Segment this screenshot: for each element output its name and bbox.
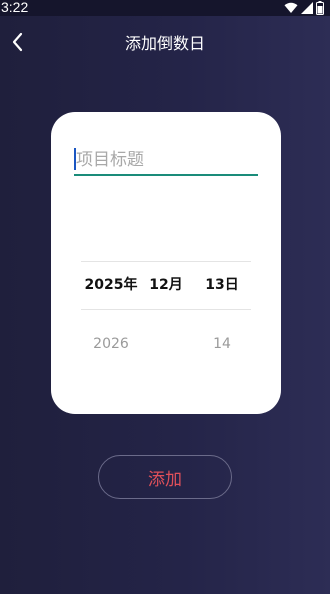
picker-year-selected[interactable]: 2025年 <box>81 275 141 295</box>
picker-divider-bottom <box>81 309 251 310</box>
picker-year-next[interactable]: 2026 <box>81 334 141 354</box>
countdown-form-card: 2025年 12月 13日 2026 14 <box>51 112 281 414</box>
title-input-wrapper <box>74 146 260 176</box>
status-time: 3:22 <box>1 0 29 15</box>
picker-month-selected[interactable]: 12月 <box>141 275 191 295</box>
wifi-icon <box>284 2 298 14</box>
page-title: 添加倒数日 <box>124 34 205 53</box>
date-picker[interactable]: 2025年 12月 13日 2026 14 <box>81 261 251 371</box>
picker-day-selected[interactable]: 13日 <box>197 275 247 295</box>
text-caret <box>74 148 76 170</box>
battery-icon <box>316 1 324 15</box>
status-bar: 3:22 <box>0 0 330 16</box>
picker-day-next[interactable]: 14 <box>197 334 247 354</box>
app-bar: 添加倒数日 <box>0 16 330 72</box>
picker-divider-top <box>81 261 251 262</box>
add-button[interactable]: 添加 <box>98 455 232 499</box>
status-icons <box>284 1 324 15</box>
signal-icon <box>301 2 313 14</box>
title-input[interactable] <box>74 146 260 174</box>
